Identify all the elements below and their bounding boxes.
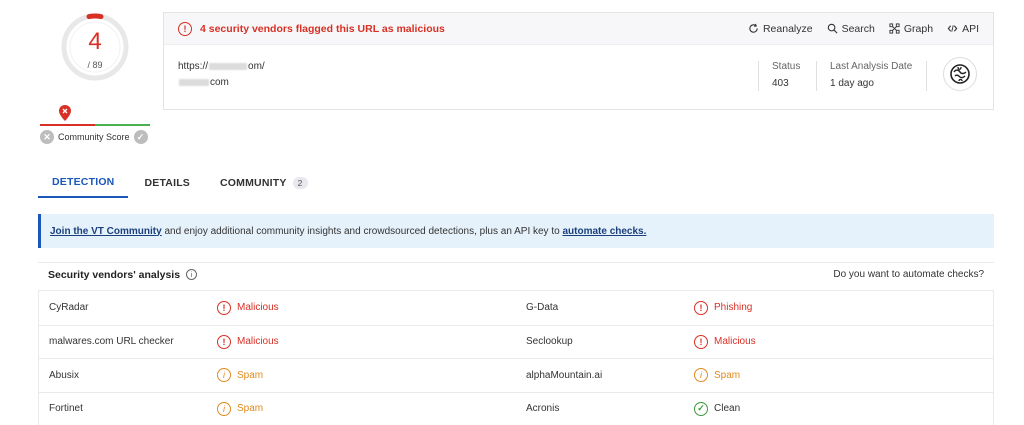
tab-label: COMMUNITY [220,177,287,189]
divider [758,61,759,91]
vendor-name: Seclookup [526,336,573,348]
divider [926,61,927,91]
community-count-badge: 2 [292,177,308,189]
vendors-table: CyRadar ! Malicious G-Data ! Phishing malw… [38,290,994,425]
api-icon [947,25,958,32]
vote-harmless-icon[interactable]: ✓ [133,130,148,144]
vendor-verdict: i Spam [217,393,263,425]
vendor-verdict: ! Malicious [694,326,756,359]
tab-detection[interactable]: DETECTION [38,168,129,198]
verdict-label: Phishing [714,302,753,314]
vote-malicious-icon[interactable]: ✕ [40,130,54,144]
banner-text: and enjoy additional community insights … [161,225,563,237]
alert-icon: ! [178,21,192,36]
card-header: ! 4 security vendors flagged this URL as… [164,13,993,45]
suspicious-icon: i [217,368,231,383]
divider [816,61,817,91]
suspicious-icon: i [217,401,231,416]
table-row: CyRadar ! Malicious G-Data ! Phishing [39,291,993,325]
detection-summary: 4 security vendors flagged this URL as m… [200,22,445,35]
vendor-verdict: i Spam [694,359,740,392]
last-analysis-value: 1 day ago [830,78,874,89]
reanalyze-button[interactable]: Reanalyze [748,23,813,35]
vendors-analysis-header: Security vendors' analysis i Do you want… [38,262,994,286]
info-icon[interactable]: i [186,269,198,280]
vendor-name: malwares.com URL checker [49,336,174,348]
verdict-label: Malicious [237,302,279,314]
malicious-icon: ! [694,334,708,349]
verdict-label: Malicious [714,336,756,348]
vendor-name: G-Data [526,302,559,314]
tab-label: DETAILS [144,177,191,189]
status-value: 403 [772,78,789,89]
detection-score-widget: 4 / 89 ✕ Community Score ✓ [40,8,150,148]
community-score-label: Community Score [58,132,130,142]
verdict-label: Malicious [237,336,279,348]
url-summary-card: ! 4 security vendors flagged this URL as… [163,12,994,110]
malicious-icon: ! [694,300,708,315]
vendor-verdict: ! Phishing [694,291,752,325]
graph-label: Graph [903,22,934,35]
tab-bar: DETECTION DETAILS COMMUNITY 2 [38,168,322,198]
community-score-row: ✕ Community Score ✓ [40,130,150,144]
table-row: Abusix i Spam alphaMountain.ai i Spam [39,358,993,392]
verdict-label: Spam [714,369,741,381]
card-body: https:// om/ com Status 403 Last Analysis… [164,45,993,109]
section-title: Security vendors' analysis [48,268,181,281]
automate-checks-prompt[interactable]: Do you want to automate checks? [833,269,984,280]
vendor-verdict: ✓ Clean [694,393,740,425]
analyzed-domain[interactable]: com [178,77,229,88]
site-logo [943,57,977,91]
tab-details[interactable]: DETAILS [130,168,204,198]
redacted-text [179,78,209,86]
verdict-label: Spam [237,403,264,415]
vendor-verdict: ! Malicious [217,291,279,325]
search-button[interactable]: Search [827,23,875,35]
verdict-label: Spam [237,369,264,381]
vendor-name: Acronis [526,403,560,415]
suspicious-icon: i [694,368,708,383]
vendor-verdict: i Spam [217,359,263,392]
action-bar: Reanalyze Search Graph API [748,23,979,35]
vendor-verdict: ! Malicious [217,326,279,359]
tab-community[interactable]: COMMUNITY 2 [206,168,321,198]
community-score-bar [40,124,150,126]
search-icon [827,23,838,34]
community-score-pin-icon [59,105,71,121]
tab-label: DETECTION [52,176,115,188]
malicious-icon: ! [217,334,231,349]
reanalyze-icon [749,23,758,33]
vendor-name: alphaMountain.ai [526,369,603,381]
graph-button[interactable]: Graph [889,23,933,35]
malicious-icon: ! [217,300,231,315]
domain-suffix: com [210,77,229,88]
brain-logo-icon [950,64,970,84]
join-community-link[interactable]: Join the VT Community [50,226,162,237]
search-label: Search [841,22,875,35]
community-banner: Join the VT Community and enjoy addition… [38,214,994,248]
url-prefix: https:// [178,61,209,72]
vendor-name: CyRadar [49,302,89,314]
detection-total: / 89 [87,60,103,70]
url-suffix: om/ [248,61,265,72]
graph-icon [889,23,900,34]
vendor-name: Fortinet [49,403,83,415]
last-analysis-field: Last Analysis Date 1 day ago [830,61,912,89]
status-field: Status 403 [772,61,800,89]
automate-checks-link[interactable]: automate checks. [562,226,646,237]
api-button[interactable]: API [947,23,979,35]
verdict-label: Clean [714,403,741,415]
reanalyze-label: Reanalyze [762,22,813,35]
api-label: API [962,22,979,35]
status-label: Status [772,61,801,72]
last-analysis-label: Last Analysis Date [830,61,913,72]
table-row: malwares.com URL checker ! Malicious Secl… [39,324,993,359]
redacted-text [209,62,248,70]
vendor-name: Abusix [49,369,80,381]
clean-check-icon: ✓ [694,401,708,416]
analyzed-url[interactable]: https:// om/ [178,61,265,72]
table-row: Fortinet i Spam Acronis ✓ Clean [39,391,993,425]
detection-count: 4 [88,28,102,55]
